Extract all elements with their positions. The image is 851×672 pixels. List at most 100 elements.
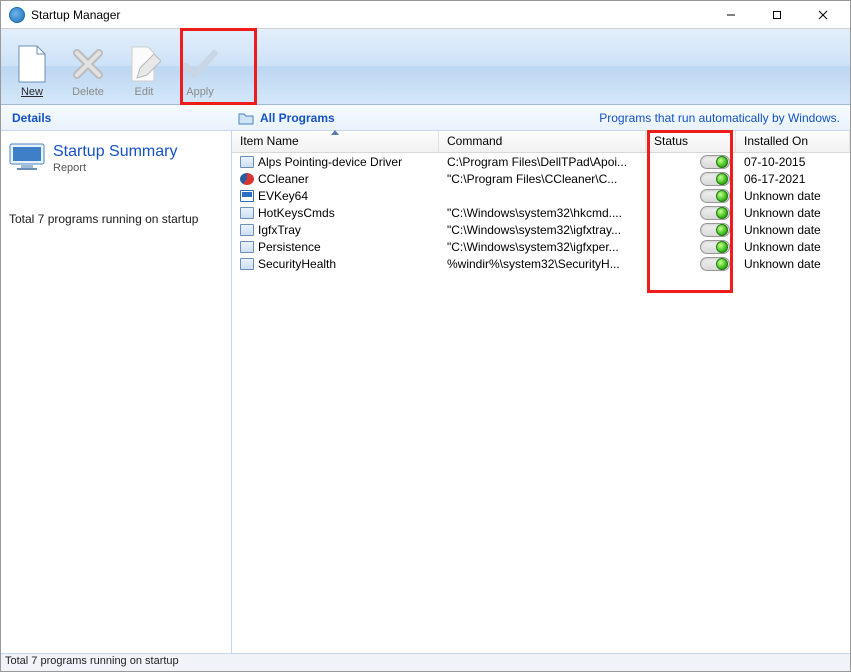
cell-status [646, 189, 736, 203]
main-split: Startup Summary Report Total 7 programs … [1, 131, 850, 653]
col-header-command[interactable]: Command [439, 131, 646, 152]
app-icon [240, 241, 254, 253]
app-icon [240, 156, 254, 168]
right-pane: Item Name Command Status Installed On Al… [232, 131, 850, 653]
table-row[interactable]: Alps Pointing-device DriverC:\Program Fi… [232, 153, 850, 170]
new-icon [14, 44, 50, 84]
item-name: IgfxTray [258, 223, 301, 237]
cell-name: EVKey64 [232, 189, 439, 203]
item-name: SecurityHealth [258, 257, 336, 271]
delete-icon [70, 44, 106, 84]
table-row[interactable]: SecurityHealth %windir%\system32\Security… [232, 255, 850, 272]
cell-name: HotKeysCmds [232, 206, 439, 220]
delete-button[interactable]: Delete [61, 32, 115, 102]
item-name: HotKeysCmds [258, 206, 335, 220]
summary-title: Startup Summary [53, 143, 177, 161]
edit-icon [126, 44, 162, 84]
monitor-icon [9, 143, 45, 171]
cell-status [646, 172, 736, 186]
cell-name: Persistence [232, 240, 439, 254]
cell-installed: 06-17-2021 [736, 172, 850, 186]
col-header-status[interactable]: Status [646, 131, 736, 152]
table-row[interactable]: HotKeysCmds "C:\Windows\system32\hkcmd...… [232, 204, 850, 221]
toggle-knob [716, 207, 728, 219]
toolbar: New Delete Edit Apply [1, 29, 850, 105]
titlebar: Startup Manager [1, 1, 850, 29]
minimize-button[interactable] [708, 1, 754, 29]
cell-installed: Unknown date [736, 223, 850, 237]
status-toggle[interactable] [700, 223, 730, 237]
col-header-name-label: Item Name [240, 134, 299, 148]
item-name: EVKey64 [258, 189, 308, 203]
item-name: CCleaner [258, 172, 309, 186]
status-toggle[interactable] [700, 189, 730, 203]
cell-command: "C:\Windows\system32\igfxper... [439, 240, 646, 254]
apply-button[interactable]: Apply [173, 32, 227, 102]
edit-button[interactable]: Edit [117, 32, 171, 102]
cell-command: "C:\Windows\system32\hkcmd.... [439, 206, 646, 220]
new-button[interactable]: New [5, 32, 59, 102]
cell-command: C:\Program Files\DellTPad\Apoi... [439, 155, 646, 169]
app-icon [240, 258, 254, 270]
cell-name: Alps Pointing-device Driver [232, 155, 439, 169]
delete-label: Delete [72, 86, 104, 98]
all-programs-label: All Programs [260, 111, 335, 125]
summary-subtitle: Report [53, 162, 177, 174]
toggle-knob [716, 224, 728, 236]
table-row[interactable]: IgfxTray"C:\Windows\system32\igfxtray...… [232, 221, 850, 238]
app-icon [240, 207, 254, 219]
program-list: Alps Pointing-device DriverC:\Program Fi… [232, 153, 850, 653]
status-toggle[interactable] [700, 155, 730, 169]
startup-summary-item[interactable]: Startup Summary Report [9, 143, 223, 174]
app-icon [9, 7, 25, 23]
column-headers: Item Name Command Status Installed On [232, 131, 850, 153]
status-toggle[interactable] [700, 206, 730, 220]
cell-status [646, 240, 736, 254]
maximize-button[interactable] [754, 1, 800, 29]
cell-name: IgfxTray [232, 223, 439, 237]
details-header: Details [1, 111, 232, 125]
left-pane: Startup Summary Report Total 7 programs … [1, 131, 232, 653]
cell-status [646, 155, 736, 169]
cell-installed: Unknown date [736, 240, 850, 254]
window-title: Startup Manager [31, 8, 120, 22]
cell-installed: Unknown date [736, 257, 850, 271]
edit-label: Edit [135, 86, 154, 98]
evkey-icon [240, 190, 254, 202]
status-toggle[interactable] [700, 172, 730, 186]
status-toggle[interactable] [700, 240, 730, 254]
status-toggle[interactable] [700, 257, 730, 271]
cell-installed: Unknown date [736, 206, 850, 220]
cell-installed: Unknown date [736, 189, 850, 203]
sort-indicator-icon [331, 130, 339, 135]
cell-installed: 07-10-2015 [736, 155, 850, 169]
section-header-row: Details All Programs Programs that run a… [1, 105, 850, 131]
cell-command: %windir%\system32\SecurityH... [439, 257, 646, 271]
cell-status [646, 206, 736, 220]
new-label: New [21, 86, 43, 98]
summary-count: Total 7 programs running on startup [9, 212, 223, 226]
statusbar: Total 7 programs running on startup [1, 653, 850, 671]
apply-icon [182, 44, 218, 84]
hint-text: Programs that run automatically by Windo… [599, 111, 840, 125]
cell-command: "C:\Program Files\CCleaner\C... [439, 172, 646, 186]
toggle-knob [716, 190, 728, 202]
table-row[interactable]: CCleaner "C:\Program Files\CCleaner\C... 0… [232, 170, 850, 187]
cell-status [646, 257, 736, 271]
all-programs-header: All Programs Programs that run automatic… [232, 111, 850, 125]
toggle-knob [716, 258, 728, 270]
table-row[interactable]: Persistence "C:\Windows\system32\igfxper.… [232, 238, 850, 255]
table-row[interactable]: EVKey64 Unknown date [232, 187, 850, 204]
toggle-knob [716, 173, 728, 185]
cell-name: CCleaner [232, 172, 439, 186]
toggle-knob [716, 241, 728, 253]
col-header-name[interactable]: Item Name [232, 131, 439, 152]
apply-label: Apply [186, 86, 214, 98]
toggle-knob [716, 156, 728, 168]
close-button[interactable] [800, 1, 846, 29]
col-header-installed[interactable]: Installed On [736, 131, 850, 152]
item-name: Persistence [258, 240, 321, 254]
app-icon [240, 224, 254, 236]
cell-status [646, 223, 736, 237]
ccleaner-icon [240, 173, 254, 185]
